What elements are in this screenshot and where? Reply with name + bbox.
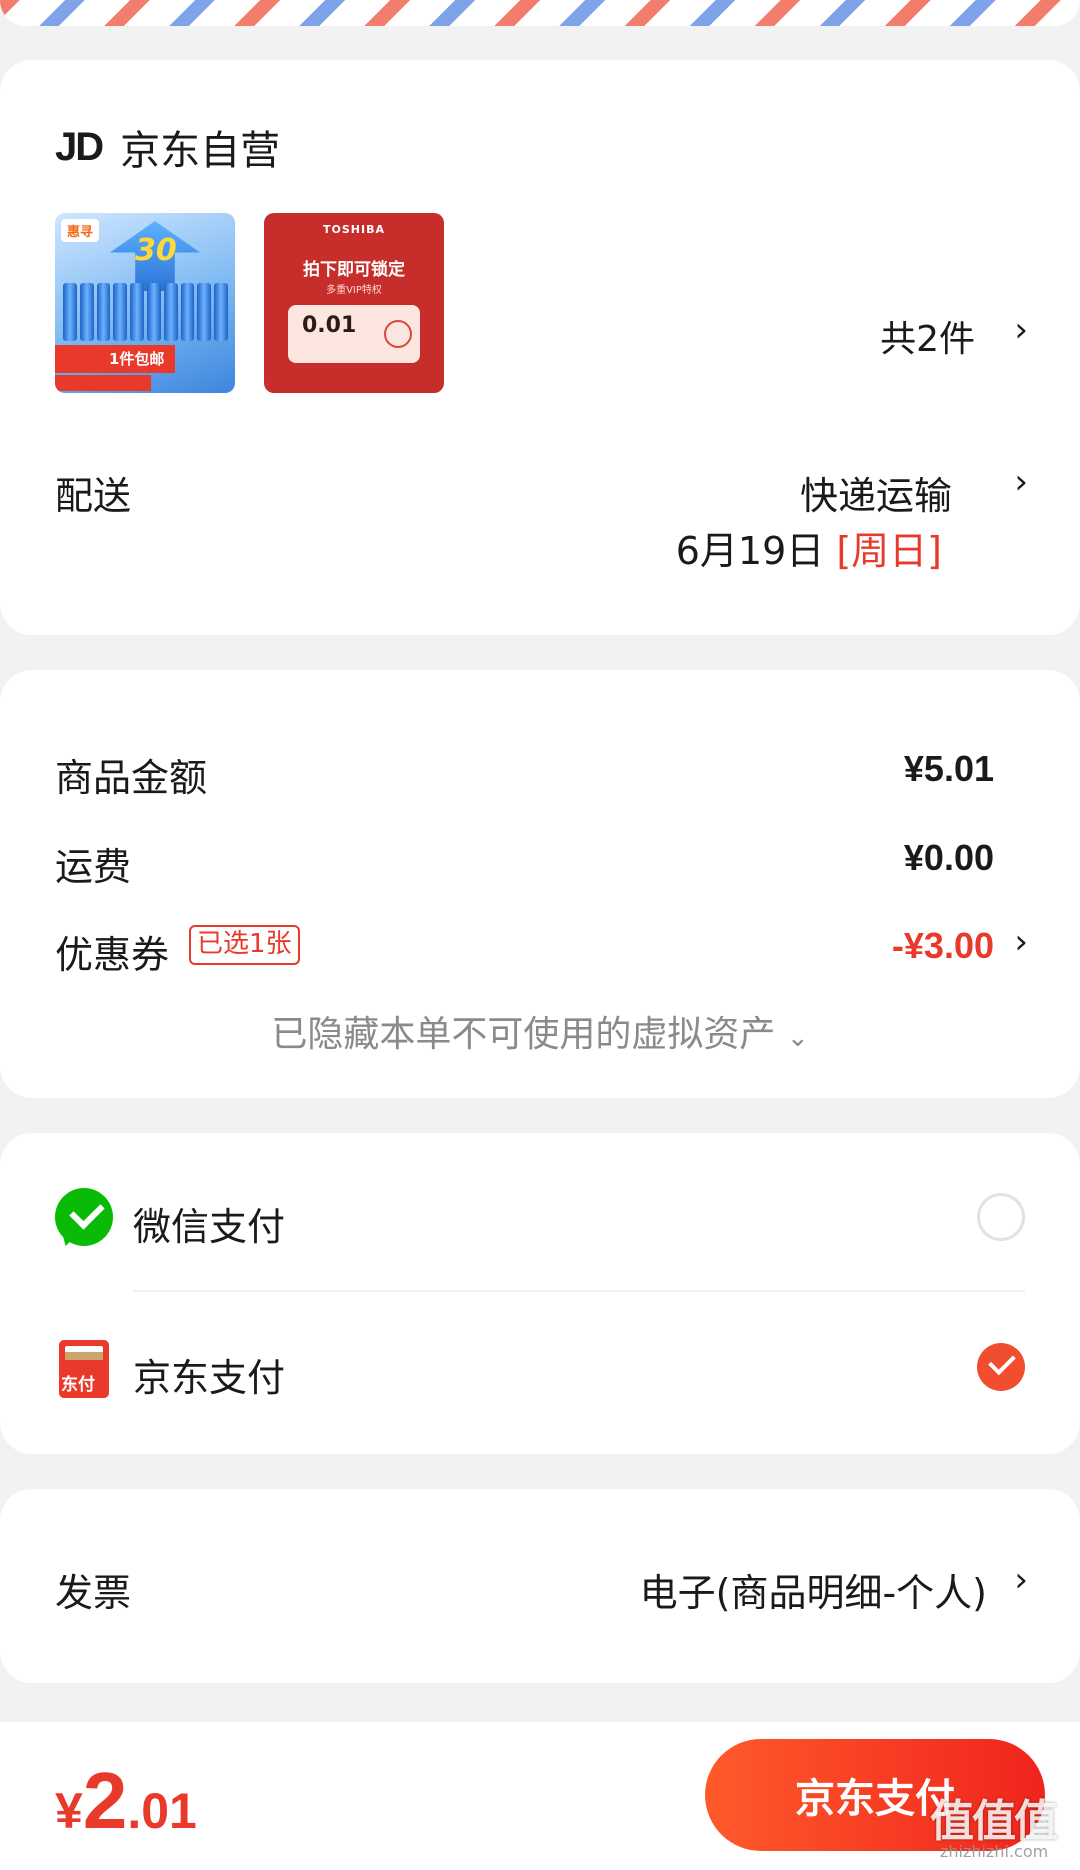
chevron-right-icon[interactable]: › <box>1014 1560 1028 1600</box>
envelope-border-decoration <box>0 0 1080 26</box>
invoice-label: 发票 <box>55 1571 132 1615</box>
hidden-assets-toggle[interactable]: 已隐藏本单不可使用的虚拟资产 ⌄ <box>0 1005 1080 1057</box>
card-stripe-gold <box>65 1352 103 1360</box>
jd-pay-icon-text: 东付 <box>61 1375 95 1395</box>
jd-pay-icon: 东付 <box>59 1340 109 1398</box>
coupon-label: 优惠券 <box>55 933 170 977</box>
product-brand: TOSHIBA <box>323 223 385 236</box>
delivery-label: 配送 <box>55 474 132 518</box>
product-promo-tag: 1件包邮 <box>55 345 175 373</box>
watermark-url: zhizhizhi.com <box>940 1842 1049 1861</box>
wechat-pay-label[interactable]: 微信支付 <box>133 1196 285 1251</box>
payment-method-card <box>0 1133 1080 1454</box>
battery-graphic <box>63 283 228 341</box>
jd-logo-icon: JD <box>55 124 104 169</box>
product-badge: 惠寻 <box>61 219 100 242</box>
item-count[interactable]: 共2件 <box>880 310 975 362</box>
coupon-value[interactable]: -¥3.00 <box>892 925 994 967</box>
delivery-weekday: [周日] <box>836 529 942 573</box>
check-circle-icon[interactable] <box>977 1343 1025 1391</box>
total-decimal: .01 <box>127 1783 197 1839</box>
product-subtitle: 多重VIP特权 <box>326 285 382 296</box>
jd-pay-label[interactable]: 京东支付 <box>133 1347 285 1402</box>
delivery-date[interactable]: 6月19日 [周日] <box>676 520 942 575</box>
goods-amount-label: 商品金额 <box>55 756 208 800</box>
product-promo-strip <box>55 375 151 391</box>
invoice-value[interactable]: 电子(商品明细-个人) <box>640 1562 987 1617</box>
stamp-icon <box>384 320 412 348</box>
goods-amount-value: ¥5.01 <box>903 748 994 789</box>
total-currency: ¥ <box>55 1783 83 1839</box>
total-price: ¥2.01 <box>55 1755 197 1847</box>
product-thumbnail-coupon[interactable]: TOSHIBA 拍下即可锁定 多重VIP特权 0.01 <box>264 213 444 393</box>
product-thumbnail-battery[interactable]: 惠寻 30 1件包邮 <box>55 213 235 393</box>
chevron-down-icon: ⌄ <box>786 1023 809 1053</box>
product-price: 0.01 <box>302 313 357 338</box>
shop-header: JD 京东自营 <box>55 118 280 176</box>
shop-name: 京东自营 <box>120 128 281 174</box>
wechat-pay-radio[interactable] <box>977 1193 1025 1241</box>
chevron-right-icon[interactable]: › <box>1014 310 1028 350</box>
shipping-value: ¥0.00 <box>903 837 994 878</box>
chevron-right-icon[interactable]: › <box>1014 922 1028 962</box>
delivery-date-text: 6月19日 <box>675 529 825 573</box>
ticket-graphic: 0.01 <box>288 305 420 363</box>
product-promo-number: 30 <box>135 233 177 268</box>
product-title: 拍下即可锁定 <box>303 260 405 280</box>
hidden-assets-text: 已隐藏本单不可使用的虚拟资产 <box>271 1014 776 1055</box>
total-integer: 2 <box>82 1756 128 1845</box>
watermark-logo: 值值值 <box>930 1796 1058 1847</box>
chevron-right-icon[interactable]: › <box>1014 462 1028 502</box>
coupon-selected-badge: 已选1张 <box>189 925 300 965</box>
divider <box>133 1290 1025 1292</box>
delivery-method[interactable]: 快递运输 <box>800 465 952 520</box>
shipping-label: 运费 <box>55 845 132 889</box>
